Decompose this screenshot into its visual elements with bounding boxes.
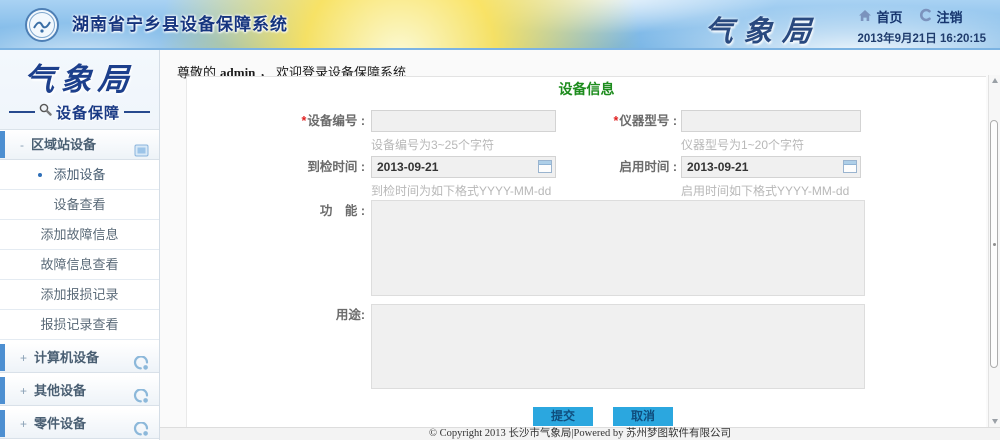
header-nav: 首页 注销 (858, 7, 987, 26)
submenu-label: 添加报损记录 (40, 287, 118, 302)
enable-date-label: 启用时间 : (557, 156, 677, 178)
calendar-icon[interactable] (538, 160, 552, 173)
sidebar-item-region-station[interactable]: -区域站设备 (0, 130, 159, 160)
sidebar-item-view-damage[interactable]: 报损记录查看 (0, 310, 159, 340)
scrollbar-up-button[interactable] (989, 75, 1000, 87)
enable-date-field (681, 156, 861, 178)
check-date-label: 到检时间 : (187, 156, 365, 178)
submenu-label: 设备查看 (53, 197, 105, 212)
menu-header-label: 区域站设备 (31, 137, 96, 152)
enable-date-hint: 启用时间如下格式YYYY-MM-dd (681, 182, 849, 199)
label-text: 到检时间 : (307, 160, 365, 174)
sidebar-brand: 气象局 (0, 54, 161, 99)
tagline-line-right (124, 111, 150, 113)
submit-button[interactable]: 提交 (533, 407, 593, 426)
sidebar-item-view-device[interactable]: 设备查看 (0, 190, 159, 220)
device-info-panel: 设备信息 *设备编号 : *仪器型号 : 设备编号为3~25个字符 仪器型号为1… (186, 76, 986, 427)
tagline-line-left (9, 111, 35, 113)
logout-link[interactable]: 注销 (937, 7, 963, 26)
label-text: 仪器型号 : (619, 114, 677, 128)
sidebar-item-add-device[interactable]: 添加设备 (0, 160, 159, 190)
bubble-icon (133, 417, 149, 440)
sidebar-item-add-damage[interactable]: 添加报损记录 (0, 280, 159, 310)
section-label: 计算机设备 (34, 350, 99, 365)
datetime-display: 2013年9月21日 16:20:15 (858, 30, 987, 46)
enable-date-input[interactable] (681, 156, 861, 178)
check-date-input[interactable] (371, 156, 556, 178)
check-date-field (371, 156, 556, 178)
system-title: 湖南省宁乡县设备保障系统 (72, 0, 288, 50)
label-text: 设备编号 : (307, 114, 365, 128)
logout-icon (918, 8, 932, 25)
submenu-label: 故障信息查看 (40, 257, 118, 272)
sidebar-item-add-fault[interactable]: 添加故障信息 (0, 220, 159, 250)
thumb-grip (993, 243, 996, 246)
home-link[interactable]: 首页 (877, 7, 903, 26)
label-text: 用途: (336, 308, 365, 322)
bureau-logo-icon (24, 7, 60, 43)
top-header: 湖南省宁乡县设备保障系统 气象局 首页 注销 2013年9月21日 16:20:… (0, 0, 1000, 50)
collapse-indicator: - (20, 138, 24, 152)
model-label: *仪器型号 : (557, 110, 677, 132)
magnifier-icon (39, 103, 52, 121)
function-textarea[interactable] (371, 200, 865, 296)
usage-textarea[interactable] (371, 304, 865, 389)
device-no-input[interactable] (371, 110, 556, 132)
label-text: 功 能 : (320, 204, 365, 218)
function-label: 功 能 : (187, 200, 365, 222)
submenu-label: 添加故障信息 (40, 227, 118, 242)
header-brand: 气象局 (687, 8, 840, 50)
sidebar: 气象局 设备保障 -区域站设备 (0, 50, 160, 440)
sidebar-item-other-devices[interactable]: + 其他设备 (0, 375, 159, 406)
calendar-icon[interactable] (843, 160, 857, 173)
check-date-hint: 到检时间为如下格式YYYY-MM-dd (371, 182, 551, 199)
device-no-label: *设备编号 : (187, 110, 365, 132)
scrollbar-thumb[interactable] (990, 120, 998, 368)
panel-title: 设备信息 (187, 79, 986, 99)
expand-indicator: + (20, 417, 27, 431)
submenu-region-station: 添加设备 设备查看 添加故障信息 故障信息查看 添加报损记录 报损记录查看 (0, 160, 159, 340)
expand-indicator: + (20, 351, 27, 365)
required-asterisk: * (613, 114, 618, 128)
device-no-hint: 设备编号为3~25个字符 (371, 136, 494, 153)
sidebar-item-computer-devices[interactable]: + 计算机设备 (0, 342, 159, 373)
tagline-text: 设备保障 (56, 102, 120, 123)
submenu-label: 报损记录查看 (40, 317, 118, 332)
required-asterisk: * (301, 114, 306, 128)
main-content: 尊敬的admin， 欢迎登录设备保障系统 设备信息 *设备编号 : *仪器型号 … (160, 50, 1000, 440)
home-icon (858, 9, 872, 25)
scrollbar-down-button[interactable] (989, 415, 1000, 427)
section-label: 零件设备 (34, 416, 86, 431)
app-window: 湖南省宁乡县设备保障系统 气象局 首页 注销 2013年9月21日 16:20:… (0, 0, 1000, 440)
sidebar-tagline: 设备保障 (0, 102, 159, 122)
footer: © Copyright 2013 长沙市气象局|Powered by 苏州梦图软… (160, 427, 1000, 440)
submenu-label: 添加设备 (53, 167, 105, 182)
label-text: 启用时间 : (619, 160, 677, 174)
sidebar-menu: -区域站设备 添加设备 设备查看 添加故障信息 (0, 129, 159, 440)
active-bullet (38, 173, 42, 177)
cancel-button[interactable]: 取消 (613, 407, 673, 426)
expand-indicator: + (20, 384, 27, 398)
model-hint: 仪器型号为1~20个字符 (681, 136, 804, 153)
header-right: 首页 注销 2013年9月21日 16:20:15 (858, 7, 987, 46)
sidebar-item-parts-devices[interactable]: + 零件设备 (0, 408, 159, 439)
vertical-scrollbar[interactable] (988, 75, 1000, 427)
section-label: 其他设备 (34, 383, 86, 398)
usage-label: 用途: (187, 304, 365, 326)
sidebar-item-view-fault[interactable]: 故障信息查看 (0, 250, 159, 280)
model-input[interactable] (681, 110, 861, 132)
